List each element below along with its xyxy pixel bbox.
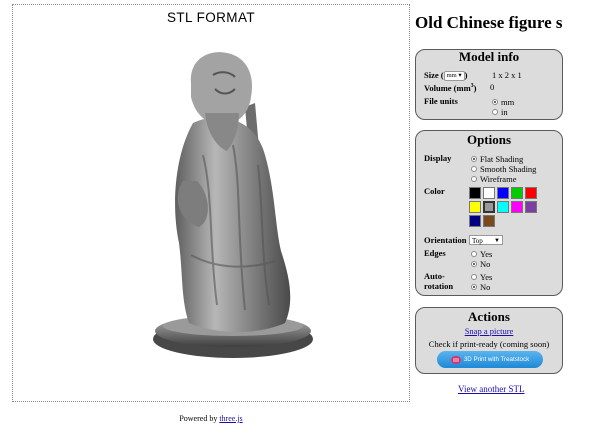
radio-selected-icon xyxy=(471,261,477,267)
snap-picture-link[interactable]: Snap a picture xyxy=(416,326,562,336)
radio-icon xyxy=(471,274,477,280)
radio-icon xyxy=(492,109,498,115)
radio-selected-icon xyxy=(471,284,477,290)
size-units-select[interactable]: mm ▾ xyxy=(443,71,465,82)
view-another-stl-link[interactable]: View another STL xyxy=(458,384,524,394)
options-panel: Options Display Flat Shading Smooth Shad… xyxy=(415,130,563,296)
autorotation-radio-yes[interactable]: Yes xyxy=(471,272,492,282)
powered-by: Powered by three.js xyxy=(179,414,243,423)
color-swatch[interactable] xyxy=(511,187,523,199)
model-info-heading: Model info xyxy=(458,49,520,64)
units-radio-mm[interactable]: mm xyxy=(492,97,514,107)
autorotation-radio-no[interactable]: No xyxy=(471,282,490,292)
color-swatch[interactable] xyxy=(497,187,509,199)
page-title: Old Chinese figure s xyxy=(415,13,563,32)
autorotation-label: Auto-rotation xyxy=(424,271,454,291)
model-body xyxy=(175,117,291,332)
color-swatch[interactable] xyxy=(469,215,481,227)
volume-label: Volume (mm3) xyxy=(424,83,477,93)
treatstock-print-button[interactable]: 3D Print with Treatstock xyxy=(437,351,543,368)
size-value: 1 x 2 x 1 xyxy=(492,70,522,80)
display-radio-flat[interactable]: Flat Shading xyxy=(471,154,523,164)
color-swatch[interactable] xyxy=(469,187,481,199)
file-units-label: File units xyxy=(424,96,458,106)
radio-icon xyxy=(471,251,477,257)
radio-icon xyxy=(471,176,477,182)
volume-value: 0 xyxy=(490,82,495,92)
edges-radio-no[interactable]: No xyxy=(471,259,490,269)
radio-selected-icon xyxy=(492,99,498,105)
treatstock-logo-icon xyxy=(450,355,461,364)
model-info-panel: Model info Size (mm ▾) 1 x 2 x 1 Volume … xyxy=(415,49,563,120)
color-swatch[interactable] xyxy=(497,201,509,213)
edges-label: Edges xyxy=(424,248,446,258)
model-render[interactable] xyxy=(13,5,411,403)
orientation-label: Orientation xyxy=(424,235,467,245)
radio-selected-icon xyxy=(471,156,477,162)
units-radio-in[interactable]: in xyxy=(492,107,508,117)
color-swatch[interactable] xyxy=(469,201,481,213)
color-swatch[interactable] xyxy=(525,187,537,199)
display-radio-wireframe[interactable]: Wireframe xyxy=(471,174,516,184)
display-radio-smooth[interactable]: Smooth Shading xyxy=(471,164,536,174)
edges-radio-yes[interactable]: Yes xyxy=(471,249,492,259)
actions-panel: Actions Snap a picture Check if print-re… xyxy=(415,307,563,374)
color-label: Color xyxy=(424,186,445,196)
stl-viewer[interactable]: STL FORMAT xyxy=(12,4,410,402)
display-label: Display xyxy=(424,153,452,163)
actions-heading: Actions xyxy=(468,309,510,324)
color-swatch[interactable] xyxy=(483,187,495,199)
color-swatch[interactable] xyxy=(483,215,495,227)
threejs-link[interactable]: three.js xyxy=(219,414,242,423)
chevron-down-icon: ▼ xyxy=(494,238,500,244)
color-swatch[interactable] xyxy=(525,201,537,213)
color-swatch[interactable] xyxy=(511,201,523,213)
options-heading: Options xyxy=(466,132,512,147)
orientation-select[interactable]: Top ▼ xyxy=(469,235,503,245)
size-label: Size (mm ▾) xyxy=(424,70,468,82)
radio-icon xyxy=(471,166,477,172)
print-ready-text: Check if print-ready (coming soon) xyxy=(428,339,550,349)
color-swatch[interactable] xyxy=(483,201,495,213)
